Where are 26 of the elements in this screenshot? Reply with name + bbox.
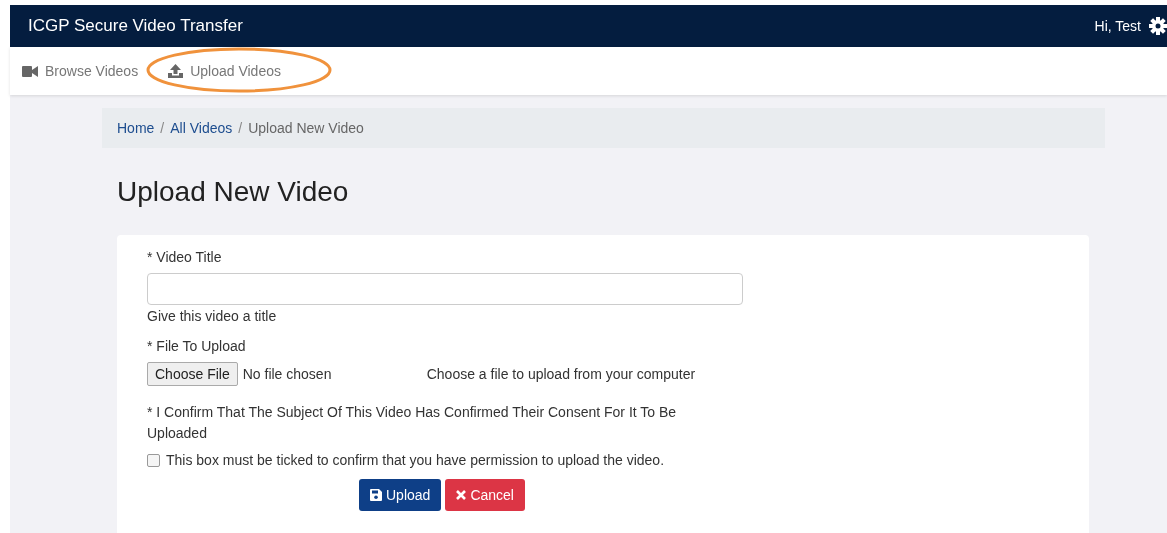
breadcrumb-separator: / [238, 120, 243, 136]
app-title: ICGP Secure Video Transfer [28, 16, 243, 36]
user-greeting: Hi, Test [1094, 18, 1141, 34]
choose-file-button[interactable]: Choose File [147, 362, 238, 386]
settings-icon[interactable] [1149, 17, 1167, 35]
save-icon [370, 489, 382, 501]
breadcrumb-link[interactable]: All Videos [170, 120, 233, 136]
breadcrumb-separator: / [160, 120, 165, 136]
consent-label: * I Confirm That The Subject Of This Video Has Confirmed Their Consent For It To Be Uploaded [147, 403, 678, 443]
file-status: No file chosen [242, 366, 333, 382]
page-heading: Upload New Video [117, 176, 350, 208]
checkbox[interactable] [147, 453, 160, 467]
breadcrumb-current: Upload New Video [248, 120, 364, 136]
close-icon [456, 490, 467, 500]
help-text: Choose a file to upload from your computer [426, 366, 696, 382]
video-camera-icon [22, 65, 38, 77]
title-input-field[interactable] [147, 273, 743, 305]
field-label: * File To Upload [147, 338, 247, 354]
checkbox-label: This box must be ticked to confirm that you have permission to upload the video. [166, 452, 665, 468]
nav-link[interactable]: Browse Videos [22, 59, 139, 83]
help-text: Give this video a title [147, 308, 278, 324]
upload-icon [168, 64, 184, 78]
cancel-button[interactable]: Cancel [445, 479, 525, 511]
upload-button[interactable]: Upload [359, 479, 442, 511]
field-label: * Video Title [147, 249, 223, 265]
breadcrumb-link[interactable]: Home [117, 120, 155, 136]
